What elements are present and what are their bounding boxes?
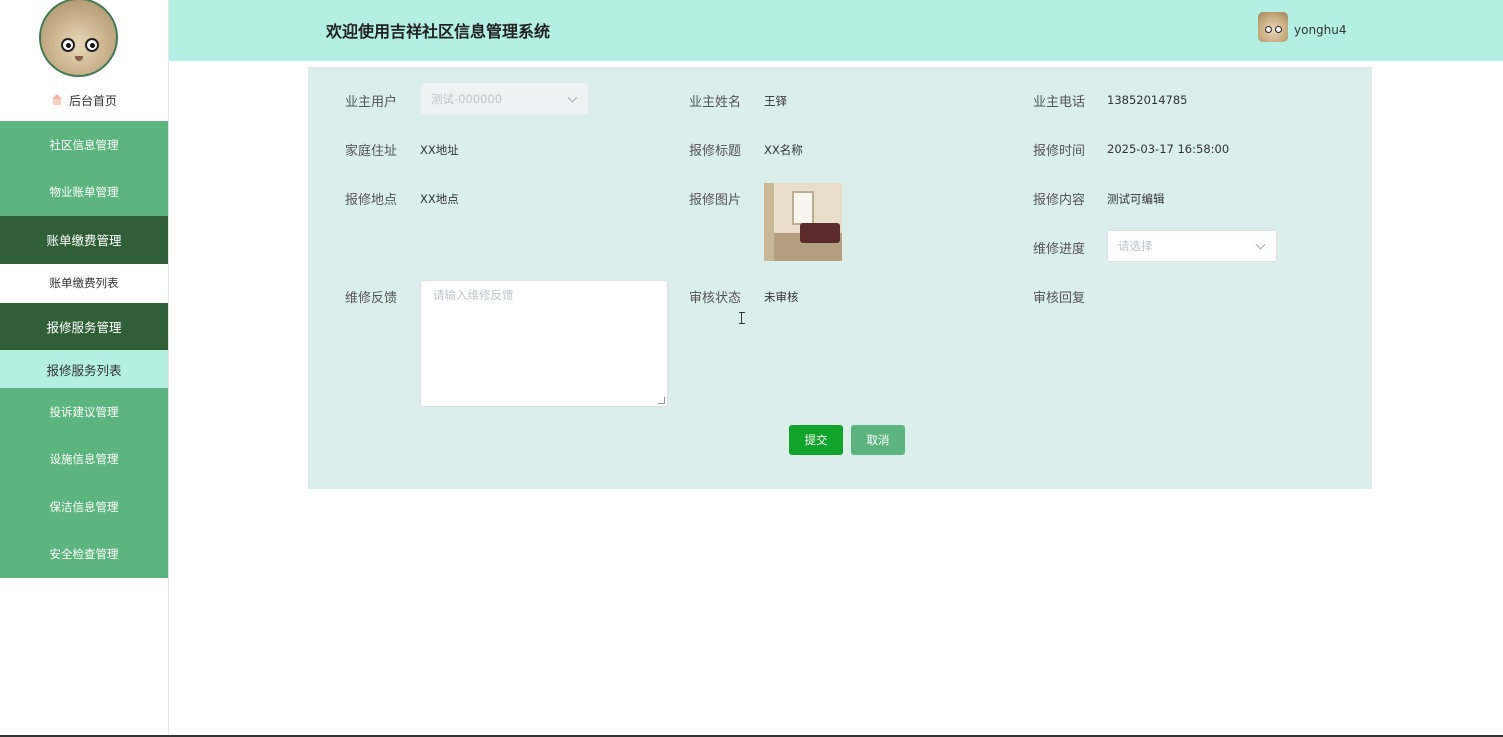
home-address-label: 家庭住址 [345, 144, 398, 159]
review-status-value: 未审核 [764, 290, 799, 304]
repair-feedback-textarea[interactable]: 请输入维修反馈 [420, 280, 668, 407]
sidebar-item-facility-info[interactable]: 设施信息管理 [0, 435, 168, 483]
owner-name-value: 王铎 [764, 94, 787, 108]
sidebar-item-safety-check[interactable]: 安全检查管理 [0, 530, 168, 578]
photo-side-wall [764, 183, 774, 261]
cancel-button[interactable]: 取消 [851, 425, 905, 455]
repair-form-panel: 业主用户 测试-000000 业主姓名 王铎 业主电话 13852014785 … [308, 67, 1372, 489]
sidebar: 后台首页 社区信息管理 物业账单管理 账单缴费管理 账单缴费列表 报修服务管理 … [0, 0, 169, 737]
chevron-down-icon [567, 92, 578, 103]
sidebar-subitem-repair-service-list[interactable]: 报修服务列表 [0, 350, 168, 388]
sidebar-item-bill-payment[interactable]: 账单缴费管理 [0, 216, 168, 264]
photo-sofa [800, 223, 840, 243]
page-title: 欢迎使用吉祥社区信息管理系统 [326, 22, 551, 41]
owner-phone-label: 业主电话 [1033, 95, 1086, 110]
repair-progress-label: 维修进度 [1033, 242, 1086, 257]
avatar[interactable] [39, 0, 118, 77]
user-avatar[interactable] [1258, 12, 1288, 42]
sidebar-home-label: 后台首页 [68, 93, 117, 108]
repair-image-thumbnail[interactable] [764, 183, 842, 261]
chevron-down-icon [1255, 239, 1266, 250]
repair-content-value: 测试可编辑 [1107, 192, 1165, 206]
repair-feedback-label: 维修反馈 [345, 291, 398, 306]
app-root: 后台首页 社区信息管理 物业账单管理 账单缴费管理 账单缴费列表 报修服务管理 … [0, 0, 1503, 737]
sidebar-subitem-bill-payment-list[interactable]: 账单缴费列表 [0, 263, 168, 303]
sidebar-item-property-bill[interactable]: 物业账单管理 [0, 168, 168, 216]
repair-progress-placeholder: 请选择 [1118, 239, 1153, 253]
top-header: 欢迎使用吉祥社区信息管理系统 yonghu4 [169, 0, 1503, 61]
cat-eye-left [61, 38, 75, 52]
username[interactable]: yonghu4 [1294, 23, 1347, 37]
owner-name-label: 业主姓名 [689, 95, 742, 110]
review-status-label: 审核状态 [689, 291, 742, 306]
sidebar-item-complaints[interactable]: 投诉建议管理 [0, 388, 168, 436]
sidebar-item-community-info[interactable]: 社区信息管理 [0, 121, 168, 169]
owner-user-select: 测试-000000 [420, 83, 589, 115]
owner-user-label: 业主用户 [345, 95, 398, 110]
repair-progress-select[interactable]: 请选择 [1107, 230, 1277, 262]
home-address-value: XX地址 [420, 143, 459, 157]
repair-feedback-placeholder: 请输入维修反馈 [433, 288, 514, 302]
user-avatar-eye-left [1265, 26, 1272, 33]
repair-title-value: XX名称 [764, 143, 803, 157]
cat-nose [75, 56, 83, 61]
owner-user-value: 测试-000000 [431, 92, 503, 106]
repair-content-label: 报修内容 [1033, 193, 1086, 208]
sidebar-item-cleaning-info[interactable]: 保洁信息管理 [0, 483, 168, 531]
sidebar-home-link[interactable]: 后台首页 [0, 88, 168, 112]
sidebar-menu: 社区信息管理 物业账单管理 账单缴费管理 账单缴费列表 报修服务管理 报修服务列… [0, 121, 168, 578]
repair-location-value: XX地点 [420, 192, 459, 206]
home-icon [51, 94, 63, 106]
repair-time-value: 2025-03-17 16:58:00 [1107, 142, 1230, 156]
user-avatar-eye-right [1275, 26, 1282, 33]
repair-location-label: 报修地点 [345, 193, 398, 208]
owner-phone-value: 13852014785 [1107, 93, 1188, 107]
review-reply-label: 审核回复 [1033, 291, 1086, 306]
text-cursor-icon [739, 312, 747, 324]
cat-eye-right [85, 38, 99, 52]
resize-handle-icon[interactable] [658, 397, 665, 404]
photo-window [792, 191, 814, 225]
sidebar-item-repair-service[interactable]: 报修服务管理 [0, 302, 168, 350]
repair-time-label: 报修时间 [1033, 144, 1086, 159]
repair-image-label: 报修图片 [689, 193, 742, 208]
submit-button[interactable]: 提交 [789, 425, 843, 455]
repair-title-label: 报修标题 [689, 144, 742, 159]
